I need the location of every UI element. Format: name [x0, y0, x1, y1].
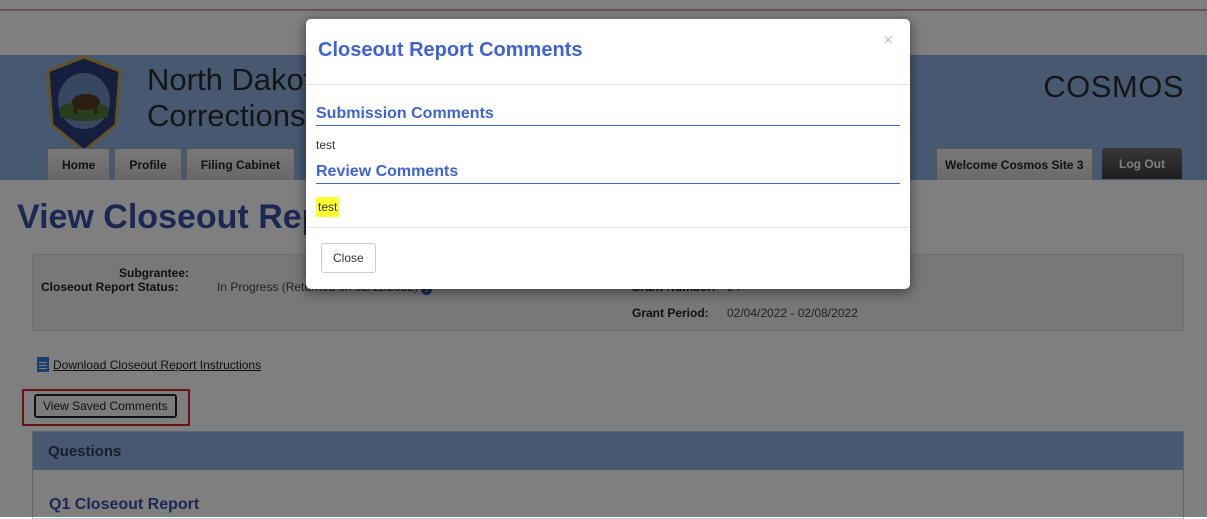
- close-icon[interactable]: ×: [884, 33, 893, 49]
- modal-title: Closeout Report Comments: [318, 39, 583, 61]
- closeout-comments-modal: Closeout Report Comments × Submission Co…: [306, 19, 910, 289]
- close-button[interactable]: Close: [321, 243, 376, 273]
- review-comments-heading: Review Comments: [316, 163, 900, 184]
- submission-comments-heading: Submission Comments: [316, 105, 900, 126]
- review-comment-text: test: [316, 197, 340, 217]
- submission-comment-text: test: [316, 138, 336, 152]
- modal-header: Closeout Report Comments ×: [306, 19, 910, 85]
- modal-footer: [306, 227, 910, 228]
